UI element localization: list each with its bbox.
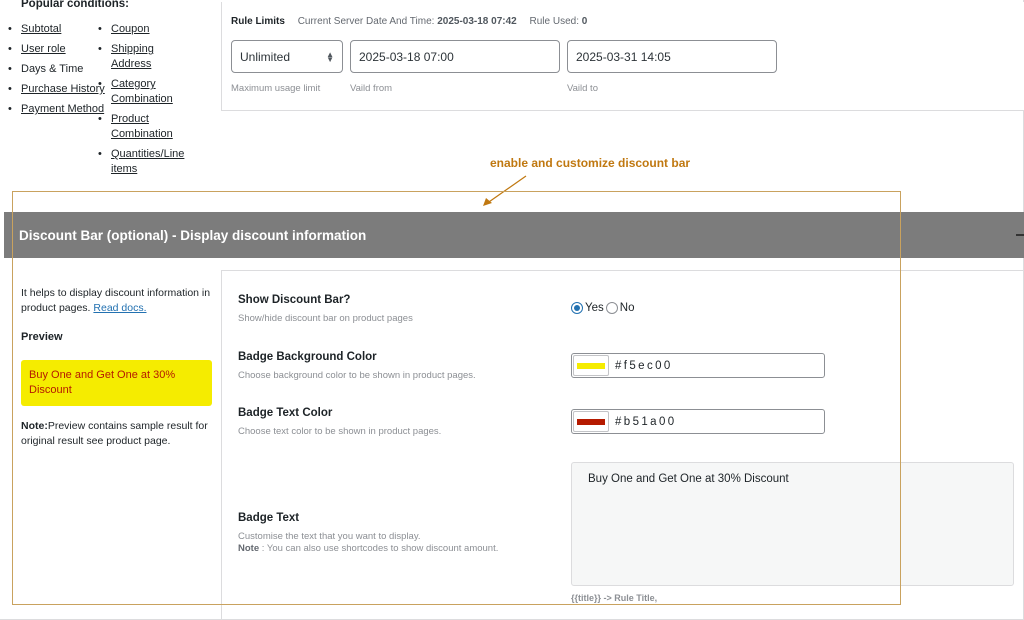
badge-bg-title: Badge Background Color <box>238 351 377 363</box>
help-text: It helps to display discount information… <box>21 287 211 314</box>
condition-item[interactable]: Quantities/Line items <box>98 147 201 177</box>
usage-limit-caption: Maximum usage limit <box>231 83 321 94</box>
badge-bg-swatch <box>577 362 605 369</box>
rule-limits-panel: Rule Limits Current Server Date And Time… <box>221 2 1024 111</box>
annotation-text: enable and customize discount bar <box>490 156 691 170</box>
show-bar-desc: Show/hide discount bar on product pages <box>238 313 413 324</box>
badge-text-color-desc: Choose text color to be shown in product… <box>238 426 442 437</box>
usage-limit-value: Unlimited <box>240 49 291 64</box>
rule-used-label: Rule Used: <box>529 16 579 27</box>
show-bar-radio-group: Yes No <box>571 302 636 314</box>
badge-text-textarea[interactable]: Buy One and Get One at 30% Discount <box>571 462 1014 586</box>
conditions-list-primary: Subtotal User role Days & Time Purchase … <box>8 22 121 122</box>
collapse-icon[interactable] <box>1016 234 1024 236</box>
condition-item[interactable]: Shipping Address <box>98 42 171 72</box>
valid-to-value: 2025-03-31 14:05 <box>576 49 671 64</box>
condition-item[interactable]: Purchase History <box>8 82 121 97</box>
valid-from-value: 2025-03-18 07:00 <box>359 49 454 64</box>
section-title: Discount Bar (optional) - Display discou… <box>19 227 367 243</box>
shortcode-hint: {{title}} -> Rule Title, <box>571 593 658 603</box>
usage-limit-select[interactable]: Unlimited ▲ ▼ <box>231 40 343 73</box>
show-bar-title: Show Discount Bar? <box>238 294 351 306</box>
condition-item: Days & Time <box>8 62 121 77</box>
preview-badge: Buy One and Get One at 30% Discount <box>21 360 212 406</box>
rule-used-value: 0 <box>581 16 588 27</box>
condition-item[interactable]: Payment Method <box>8 102 121 117</box>
discount-bar-section-header[interactable]: Discount Bar (optional) - Display discou… <box>4 212 1024 258</box>
condition-item[interactable]: Coupon <box>98 22 211 37</box>
valid-to-input[interactable]: 2025-03-31 14:05 <box>567 40 777 73</box>
note-label: Note: <box>21 420 48 432</box>
preview-label: Preview <box>21 331 63 343</box>
badge-text-swatch <box>577 418 605 425</box>
preview-panel: It helps to display discount information… <box>21 286 212 449</box>
conditions-list-secondary: Coupon Shipping Address Category Combina… <box>98 22 211 182</box>
badge-bg-swatch-button[interactable] <box>573 355 609 376</box>
condition-item[interactable]: Subtotal <box>8 22 121 37</box>
annotation-arrow-icon <box>483 175 527 206</box>
badge-bg-desc: Choose background color to be shown in p… <box>238 370 476 381</box>
radio-yes[interactable] <box>571 302 583 314</box>
popular-conditions-title: Popular conditions: <box>21 0 129 10</box>
condition-item[interactable]: Product Combination <box>98 112 191 142</box>
badge-text-color-title: Badge Text Color <box>238 407 333 419</box>
radio-no-label[interactable]: No <box>620 302 635 314</box>
radio-yes-label[interactable]: Yes <box>585 302 604 314</box>
valid-to-caption: Vaild to <box>567 83 598 94</box>
select-arrows-icon: ▲ ▼ <box>326 49 334 64</box>
badge-text-swatch-button[interactable] <box>573 411 609 432</box>
note-text: Preview contains sample result for origi… <box>21 420 208 447</box>
rule-limits-header: Rule Limits Current Server Date And Time… <box>231 16 597 27</box>
badge-bg-color-input[interactable]: #f5ec00 <box>571 353 825 378</box>
valid-from-input[interactable]: 2025-03-18 07:00 <box>350 40 560 73</box>
preview-note: Note:Preview contains sample result for … <box>21 419 211 449</box>
read-docs-link[interactable]: Read docs. <box>93 302 146 314</box>
server-time-label: Current Server Date And Time: <box>297 16 435 27</box>
badge-text-desc: Customise the text that you want to disp… <box>238 531 499 554</box>
radio-no[interactable] <box>605 302 618 314</box>
server-time-value: 2025-03-18 07:42 <box>437 16 517 27</box>
badge-bg-color-value: #f5ec00 <box>615 359 673 372</box>
badge-text-color-input[interactable]: #b51a00 <box>571 409 825 434</box>
discount-bar-settings: Show Discount Bar? Show/hide discount ba… <box>221 270 1024 620</box>
badge-text-color-value: #b51a00 <box>615 415 677 428</box>
condition-item[interactable]: User role <box>8 42 121 57</box>
badge-text-title: Badge Text <box>238 512 300 524</box>
rule-limits-label: Rule Limits <box>231 16 285 27</box>
condition-item[interactable]: Category Combination <box>98 77 191 107</box>
valid-from-caption: Vaild from <box>350 83 393 94</box>
